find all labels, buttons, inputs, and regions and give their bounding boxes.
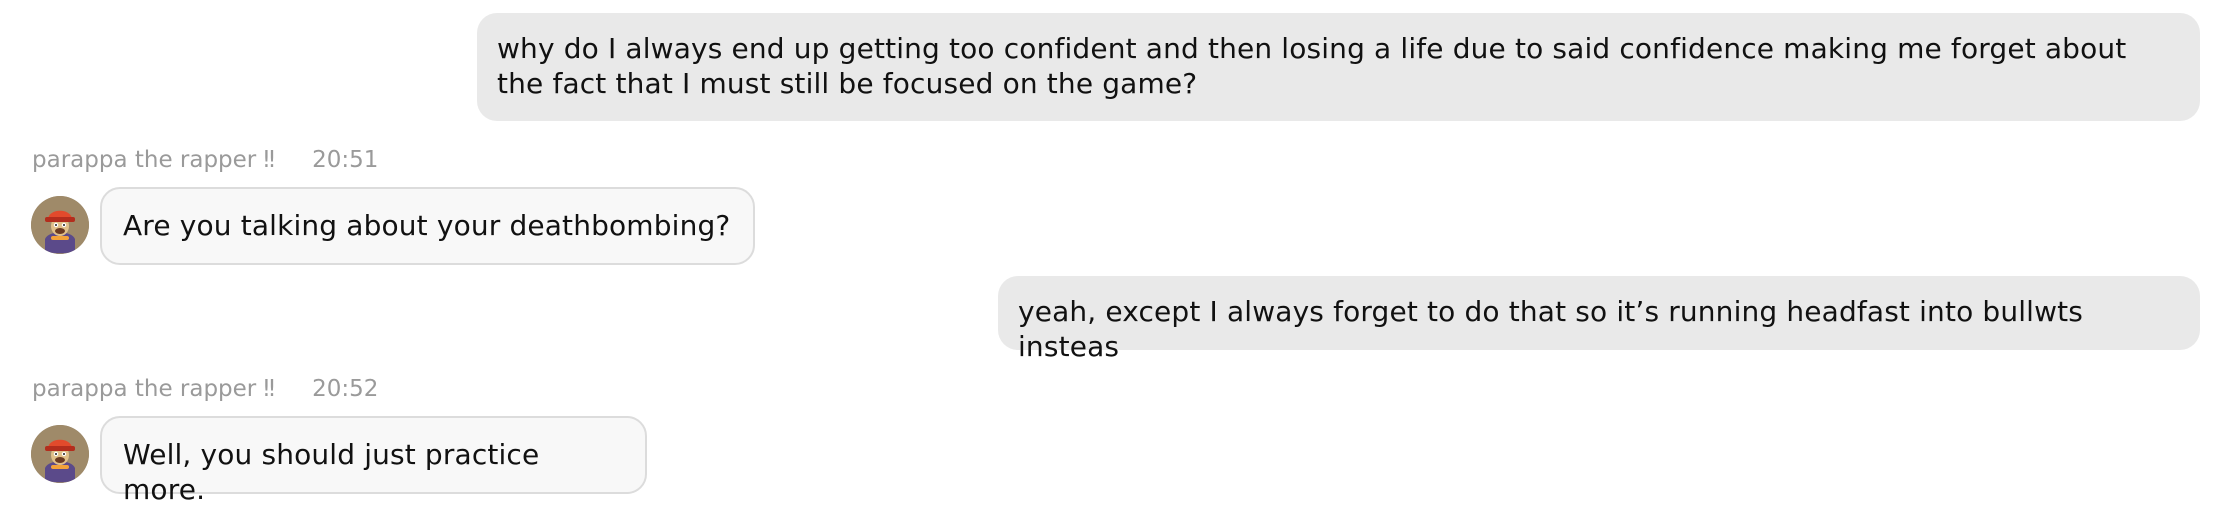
parappa-avatar-icon: [31, 425, 89, 483]
chat-transcript: why do I always end up getting too confi…: [0, 0, 2224, 506]
parappa-avatar-icon: [31, 196, 89, 254]
user-message-text: yeah, except I always forget to do that …: [1018, 295, 2083, 363]
timestamp: 20:52: [312, 376, 379, 402]
parappa-avatar-icon: [31, 196, 89, 254]
assistant-message-text: Are you talking about your deathbombing?: [123, 209, 731, 242]
user-message-text: why do I always end up getting too confi…: [497, 32, 2127, 100]
sender-name: parappa the rapper ‼: [32, 147, 275, 173]
timestamp: 20:51: [312, 147, 379, 173]
assistant-message-bubble: Well, you should just practice more.: [100, 416, 647, 506]
message-meta: parappa the rapper ‼ 20:51: [32, 147, 378, 173]
parappa-avatar-icon: [31, 425, 89, 483]
user-message-bubble: why do I always end up getting too confi…: [477, 13, 2200, 121]
user-message-bubble: yeah, except I always forget to do that …: [998, 276, 2200, 363]
message-meta: parappa the rapper ‼ 20:52: [32, 376, 378, 402]
sender-name: parappa the rapper ‼: [32, 376, 275, 402]
assistant-message-bubble: Are you talking about your deathbombing?: [100, 187, 755, 265]
assistant-message-text: Well, you should just practice more.: [123, 438, 540, 506]
